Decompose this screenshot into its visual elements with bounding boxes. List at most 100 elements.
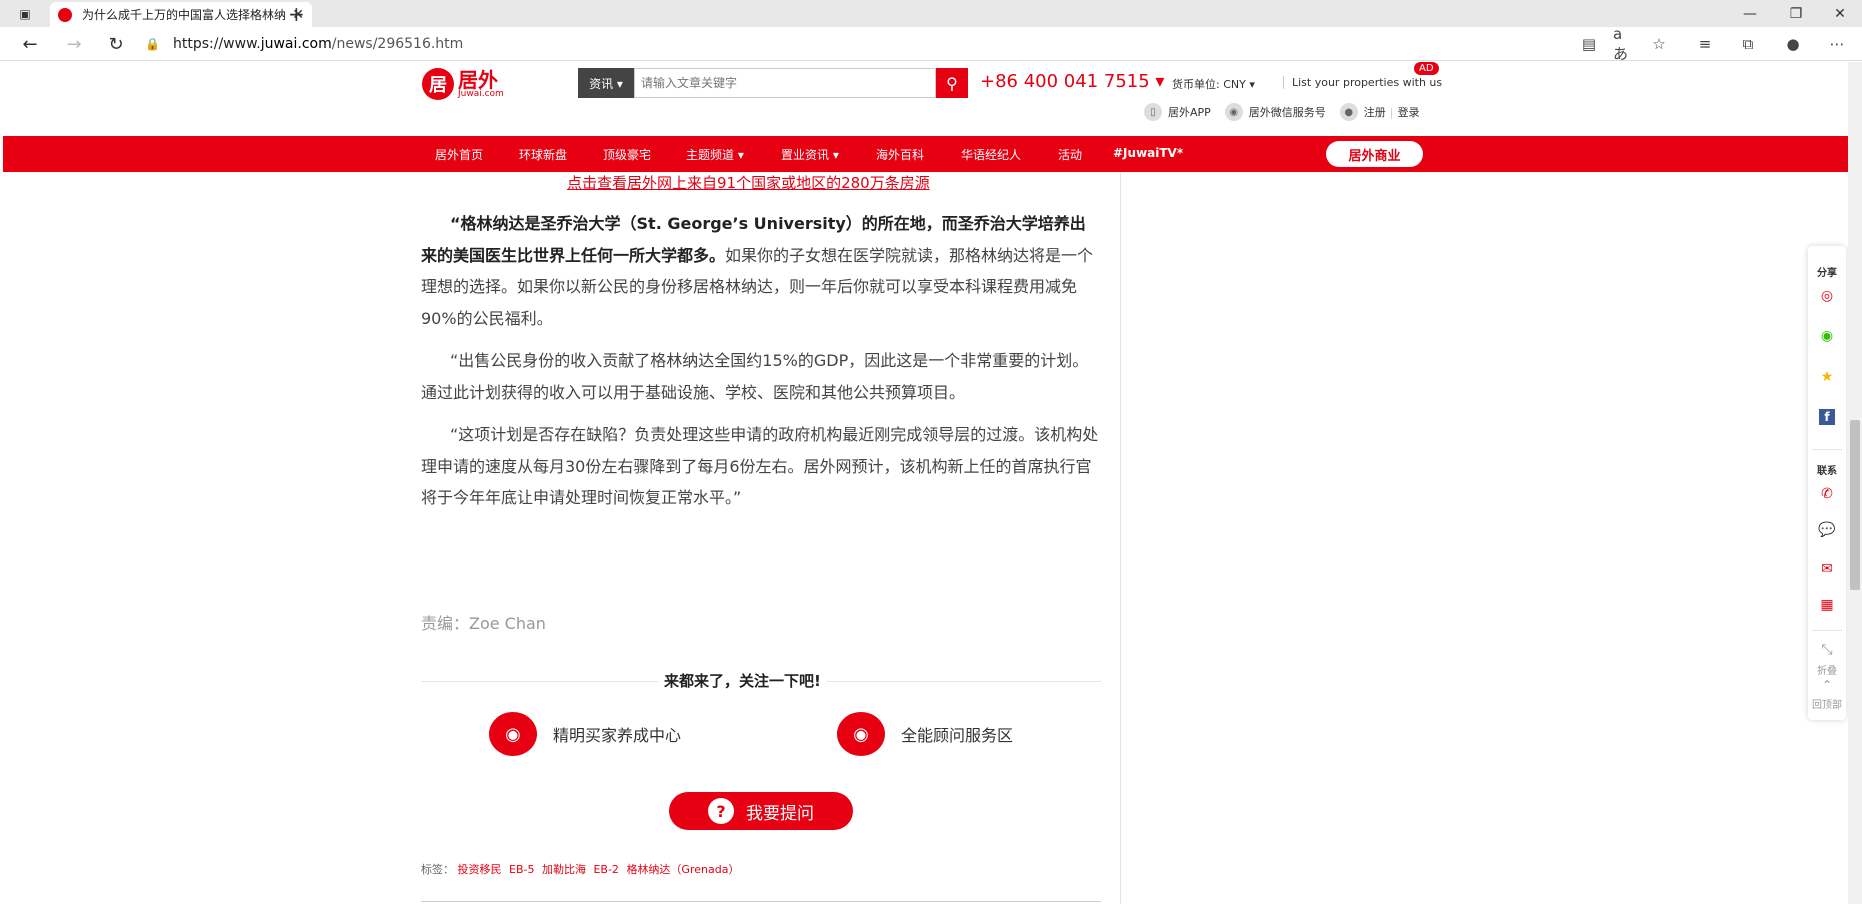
main-nav: 居外首页 环球新盘 顶级豪宅 主题频道 ▾ 置业资讯 ▾ 海外百科 华语经纪人 … [3, 136, 1848, 172]
contact-heading: 联系 [1817, 466, 1837, 477]
user-icon: ● [1339, 103, 1358, 121]
profile-avatar-icon[interactable]: ● [1782, 34, 1804, 54]
follow-title: 来都来了，关注一下吧! [658, 670, 827, 691]
forward-icon[interactable]: → [62, 33, 86, 55]
wechat-icon: ◉ [1224, 103, 1243, 121]
phone-number[interactable]: +86 400 041 7515 ▾ [980, 71, 1164, 92]
url-domain: juwai.com [260, 36, 332, 52]
back-to-top-label[interactable]: 回顶部 [1808, 696, 1846, 711]
lock-icon[interactable]: 🔒 [145, 37, 160, 51]
login-label: 登录 [1397, 106, 1420, 119]
tag-link[interactable]: 加勒比海 [542, 863, 586, 876]
link-divider: | [1389, 105, 1394, 119]
juwai-business-button[interactable]: 居外商业 [1326, 141, 1423, 167]
article-paragraph-3: “这项计划是否存在缺陷？负责处理这些申请的政府机构最近刚完成领导层的过渡。该机构… [421, 425, 1099, 507]
share-heading: 分享 [1817, 268, 1837, 279]
nav-new-projects[interactable]: 环球新盘 [519, 146, 567, 163]
nav-encyclopedia[interactable]: 海外百科 [876, 146, 924, 163]
column-divider [1120, 172, 1121, 904]
sidebar-separator [1812, 630, 1842, 631]
search-category-select[interactable]: 资讯 ▾ [578, 68, 634, 98]
article-paragraph-2: “出售公民身份的收入贡献了格林纳达全国约15%的GDP，因此这是一个非常重要的计… [421, 351, 1089, 402]
browser-tab-active[interactable]: 为什么成千上万的中国富人选择格林纳达 ✕ [50, 2, 312, 27]
tags-row: 标签： 投资移民 EB-5 加勒比海 EB-2 格林纳达（Grenada） [421, 861, 743, 877]
search-button[interactable]: ⚲ [936, 68, 968, 98]
register-link[interactable]: ● 注册 [1339, 103, 1386, 121]
list-properties-link[interactable]: List your properties with us [1283, 76, 1442, 89]
facebook-icon[interactable]: f [1819, 409, 1835, 425]
wechat-icon: ◉ [837, 712, 885, 756]
tag-link[interactable]: EB-5 [509, 863, 534, 876]
tags-label: 标签： [421, 863, 454, 876]
tab-actions-icon[interactable]: ▣ [14, 4, 36, 24]
juwai-logo[interactable]: 居 居外 Juwai.com [422, 68, 504, 100]
qr-code-icon[interactable]: ▦ [1817, 595, 1837, 615]
follow-advisor-zone[interactable]: ◉ 全能顾问服务区 [837, 712, 1013, 756]
search-icon: ⚲ [946, 73, 958, 93]
email-icon[interactable]: ✉ [1817, 559, 1837, 579]
nav-topics[interactable]: 主题频道 ▾ [686, 146, 744, 163]
logo-mark-icon: 居 [422, 68, 454, 100]
add-favorite-icon[interactable]: ☆ [1648, 34, 1670, 54]
register-label: 注册 [1363, 106, 1386, 119]
article-bottom-divider [421, 901, 1101, 902]
collections-icon[interactable]: ⧉ [1737, 34, 1759, 54]
scrollbar-thumb[interactable] [1850, 420, 1860, 590]
read-aloud-icon[interactable]: aあ [1613, 25, 1635, 63]
url-prefix: https://www. [173, 36, 261, 52]
close-window-icon[interactable]: ✕ [1818, 2, 1862, 26]
follow-advisor-zone-label: 全能顾问服务区 [901, 726, 1014, 745]
back-icon[interactable]: ← [18, 33, 42, 55]
weibo-icon[interactable]: ◎ [1817, 286, 1837, 306]
tag-link[interactable]: EB-2 [593, 863, 618, 876]
currency-select[interactable]: 货币单位: CNY ▾ [1172, 76, 1255, 92]
nav-juwai-tv[interactable]: #JuwaiTV* [1113, 146, 1183, 160]
wechat-service-link[interactable]: ◉ 居外微信服务号 [1224, 103, 1326, 121]
restore-icon[interactable]: ❐ [1774, 2, 1818, 26]
logo-en: Juwai.com [458, 88, 504, 99]
favorite-star-icon[interactable]: ★ [1817, 367, 1837, 387]
live-chat-icon[interactable]: 💬 [1817, 520, 1837, 540]
follow-buyer-center-label: 精明买家养成中心 [553, 726, 682, 745]
wechat-service-label: 居外微信服务号 [1248, 106, 1326, 119]
nav-property-news[interactable]: 置业资讯 ▾ [781, 146, 839, 163]
nav-luxury[interactable]: 顶级豪宅 [603, 146, 651, 163]
follow-buyer-center[interactable]: ◉ 精明买家养成中心 [489, 712, 681, 756]
article-paragraph-1: “格林纳达是圣乔治大学（St. George’s University）的所在地… [421, 208, 1101, 334]
ask-question-label: 我要提问 [746, 803, 814, 824]
listings-source-link[interactable]: 点击查看居外网上来自91个国家或地区的280万条房源 [567, 172, 930, 193]
ad-badge: AD [1414, 62, 1439, 75]
wechat-share-icon[interactable]: ◉ [1817, 326, 1837, 346]
nav-home[interactable]: 居外首页 [435, 146, 483, 163]
header-sub-links: ▯ 居外APP ◉ 居外微信服务号 ● 注册 | 登录 [1144, 103, 1434, 121]
refresh-icon[interactable]: ↻ [104, 33, 128, 55]
page-scrollbar[interactable] [1848, 62, 1862, 904]
logo-cn: 居外 [458, 67, 498, 92]
favorites-icon[interactable]: ≡ [1694, 34, 1716, 54]
browser-tab-bar: ▣ 为什么成千上万的中国富人选择格林纳达 ✕ + — ❐ ✕ [0, 0, 1862, 27]
phone-icon[interactable]: ✆ [1817, 484, 1837, 504]
juwai-favicon-icon [58, 7, 72, 22]
tag-link[interactable]: 格林纳达（Grenada） [626, 863, 739, 876]
share-sidebar: 分享 ◎ ◉ ★ f 联系 ✆ 💬 ✉ ▦ ⤡ 折叠 ⌃ 回顶部 [1808, 246, 1846, 720]
reader-mode-icon[interactable]: ▤ [1578, 34, 1600, 54]
wechat-icon: ◉ [489, 712, 537, 756]
address-bar[interactable]: 🔒 https://www. juwai.com/news/296516.htm [145, 31, 1565, 57]
minimize-icon[interactable]: — [1728, 2, 1772, 26]
phone-app-icon: ▯ [1144, 103, 1162, 121]
more-menu-icon[interactable]: ⋯ [1826, 34, 1848, 54]
tag-link[interactable]: 投资移民 [458, 863, 502, 876]
collapse-icon[interactable]: ⤡ [1817, 640, 1837, 660]
app-label: 居外APP [1168, 106, 1211, 119]
login-link[interactable]: 登录 [1398, 104, 1420, 120]
collapse-label[interactable]: 折叠 [1808, 662, 1846, 677]
search-input[interactable] [634, 68, 936, 98]
browser-toolbar: ← → ↻ 🔒 https://www. juwai.com/news/29651… [0, 25, 1862, 63]
nav-events[interactable]: 活动 [1058, 146, 1082, 163]
new-tab-icon[interactable]: + [288, 2, 305, 26]
editor-credit: 责编：Zoe Chan [421, 614, 546, 633]
chevron-up-icon[interactable]: ⌃ [1808, 678, 1846, 692]
ask-question-button[interactable]: ? 我要提问 [669, 792, 853, 830]
nav-agents[interactable]: 华语经纪人 [961, 146, 1021, 163]
app-link[interactable]: ▯ 居外APP [1144, 103, 1211, 121]
